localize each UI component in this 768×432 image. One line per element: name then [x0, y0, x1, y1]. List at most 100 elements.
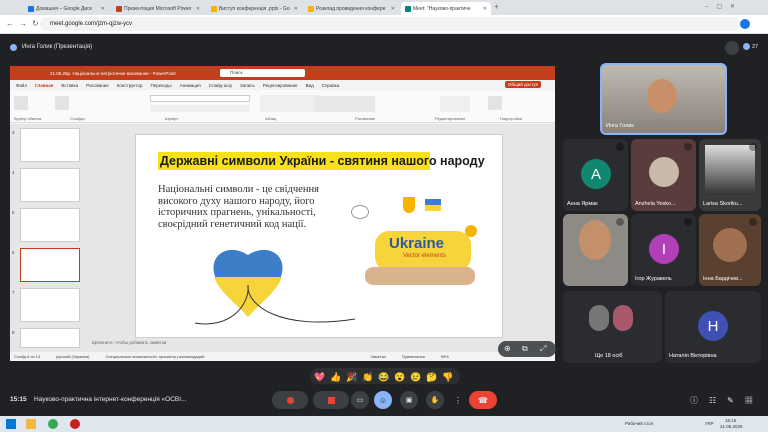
flag-icon [425, 199, 441, 211]
close-tab-icon[interactable]: ✕ [483, 6, 487, 12]
participant-tile[interactable] [563, 214, 628, 286]
font-format-buttons[interactable] [150, 105, 250, 112]
slide-thumbnail[interactable] [20, 328, 80, 348]
party-reaction-icon[interactable]: 🎉 [346, 371, 358, 383]
avatar: А [581, 159, 611, 189]
explorer-icon[interactable] [26, 419, 36, 429]
close-tab-icon[interactable]: ✕ [294, 6, 298, 12]
participant-tile[interactable]: Larisa Skoriku... [699, 139, 761, 211]
ribbon-tab[interactable]: Справка [322, 83, 340, 88]
sad-reaction-icon[interactable]: 😢 [410, 371, 422, 383]
ribbon-tab[interactable]: Анимация [180, 83, 201, 88]
participant-tile[interactable]: Інна Бардічев... [699, 214, 761, 286]
collage-subtitle: Vector elements [403, 253, 447, 259]
notes-pane[interactable]: Щелкните, чтобы добавить заметки [92, 340, 542, 349]
camera-button[interactable] [313, 391, 349, 409]
ribbon-tab[interactable]: Конструктор [117, 83, 143, 88]
people-icon[interactable] [743, 43, 750, 50]
laugh-reaction-icon[interactable]: 😂 [378, 371, 390, 383]
clap-reaction-icon[interactable]: 👏 [362, 371, 374, 383]
browser-tab[interactable]: Розклад проведення конфере ✕ [304, 2, 399, 15]
thinking-reaction-icon[interactable]: 🤔 [426, 371, 438, 383]
profile-avatar[interactable] [740, 19, 750, 29]
zoom-icon[interactable]: ⊕ [504, 344, 511, 353]
profile-photo [705, 145, 755, 195]
close-tab-icon[interactable]: ✕ [391, 6, 395, 12]
side-panel-icons[interactable]: ⓘ☷✎▦ [690, 395, 764, 406]
font-select[interactable] [150, 95, 250, 102]
slide-thumbnail[interactable] [20, 208, 80, 242]
new-slide-icon[interactable] [55, 96, 69, 110]
surprised-reaction-icon[interactable]: 😮 [394, 371, 406, 383]
share-button[interactable]: Общий доступ [505, 81, 542, 88]
participant-tile[interactable]: Anzhela Yesko... [631, 139, 696, 211]
ribbon-tab[interactable]: Слайд-шоу [209, 83, 232, 88]
folk-items [365, 267, 475, 285]
ribbon-tab[interactable]: Рисование [86, 83, 109, 88]
paste-icon[interactable] [14, 96, 28, 110]
new-tab-icon[interactable]: + [494, 2, 499, 11]
app-icon[interactable] [70, 419, 80, 429]
participant-tile[interactable]: І Ігор Журавель [631, 214, 696, 286]
clock: 15:15 [10, 396, 27, 403]
ribbon-tab[interactable]: Вставка [61, 83, 78, 88]
ribbon-tab[interactable]: Переходы [150, 83, 171, 88]
search-box[interactable]: Поиск [220, 69, 305, 77]
sunflower-icon [465, 225, 477, 237]
slide-thumbnail[interactable] [20, 128, 80, 162]
raise-hand-button[interactable]: ✋ [426, 391, 444, 409]
ribbon-tab[interactable]: Файл [16, 83, 27, 88]
ribbon-tab[interactable]: Рецензирование [263, 83, 298, 88]
comments-button[interactable]: Примечания [402, 354, 425, 359]
paragraph-buttons[interactable] [260, 95, 320, 112]
hangup-icon: ☎ [478, 395, 488, 405]
heart-reaction-icon[interactable]: 💖 [314, 371, 326, 383]
ribbon-tab[interactable]: Вид [306, 83, 314, 88]
reactions-button[interactable]: ☺ [374, 391, 392, 409]
popout-icon[interactable]: ⧉ [522, 344, 528, 354]
slide-thumbnails: 3 4 5 6 7 8 [10, 124, 92, 352]
thumbs-down-reaction-icon[interactable]: 👎 [442, 371, 454, 383]
close-tab-icon[interactable]: ✕ [101, 6, 105, 12]
mic-button[interactable] [272, 391, 308, 409]
browser-tab[interactable]: Домашня – Google Диск ✕ [24, 2, 109, 15]
nav-buttons[interactable]: ←→↻ [6, 19, 44, 28]
address-bar[interactable]: meet.google.com/jzm-qjzw-ycv [40, 17, 740, 31]
browser-tab[interactable]: Виступ конференція .pptx - Go ✕ [207, 2, 302, 15]
docs-icon [308, 5, 314, 12]
participant-tile[interactable]: А Анна Ярмак [563, 139, 628, 211]
slide-thumbnail[interactable] [20, 288, 80, 322]
ribbon-tab-active[interactable]: Главная [35, 83, 53, 88]
leave-call-button[interactable]: ☎ [469, 391, 497, 409]
present-icon: ▣ [405, 397, 413, 404]
window-controls[interactable]: –▢✕ [705, 3, 743, 10]
start-icon[interactable] [6, 419, 16, 429]
close-tab-icon[interactable]: ✕ [196, 6, 200, 12]
browser-tab-active[interactable]: Meet: "Науково-практичн ✕ [401, 2, 491, 15]
desktop-label[interactable]: Рабочий стол [625, 421, 653, 426]
fullscreen-icon[interactable]: ⤢ [540, 344, 546, 354]
browser-tab[interactable]: Презентация Microsoft Power ✕ [112, 2, 204, 15]
language-indicator[interactable]: УКР [705, 421, 713, 426]
captions-button[interactable]: ▭ [351, 391, 369, 409]
ribbon-tab[interactable]: Запись [240, 83, 255, 88]
slide-thumbnail-selected[interactable] [20, 248, 80, 282]
shapes-gallery[interactable] [315, 96, 375, 112]
notes-button[interactable]: Заметки [370, 354, 385, 359]
addins-icon[interactable] [488, 96, 502, 110]
minimize-icon[interactable] [725, 41, 739, 55]
status-bar: Слайд 6 из 13 русский (Украина) Специаль… [10, 352, 555, 361]
thumbs-up-reaction-icon[interactable]: 👍 [330, 371, 342, 383]
chrome-icon[interactable] [48, 419, 58, 429]
more-options-button[interactable]: ⋮ [451, 391, 465, 409]
present-button[interactable]: ▣ [400, 391, 418, 409]
mini-avatar [589, 305, 609, 331]
find-replace-buttons[interactable] [440, 96, 470, 112]
participant-tile[interactable]: Инга Голик [600, 63, 727, 135]
participant-tile[interactable]: Н Наталія Вікторівна [665, 291, 761, 363]
zoom-level[interactable]: 99% [441, 354, 449, 359]
heart-illustration [194, 249, 356, 325]
document-title: 21.05.26р. Національно-патріотичне вихов… [50, 70, 176, 76]
slide-thumbnail[interactable] [20, 168, 80, 202]
others-tile[interactable]: Ще 18 осіб [563, 291, 662, 363]
